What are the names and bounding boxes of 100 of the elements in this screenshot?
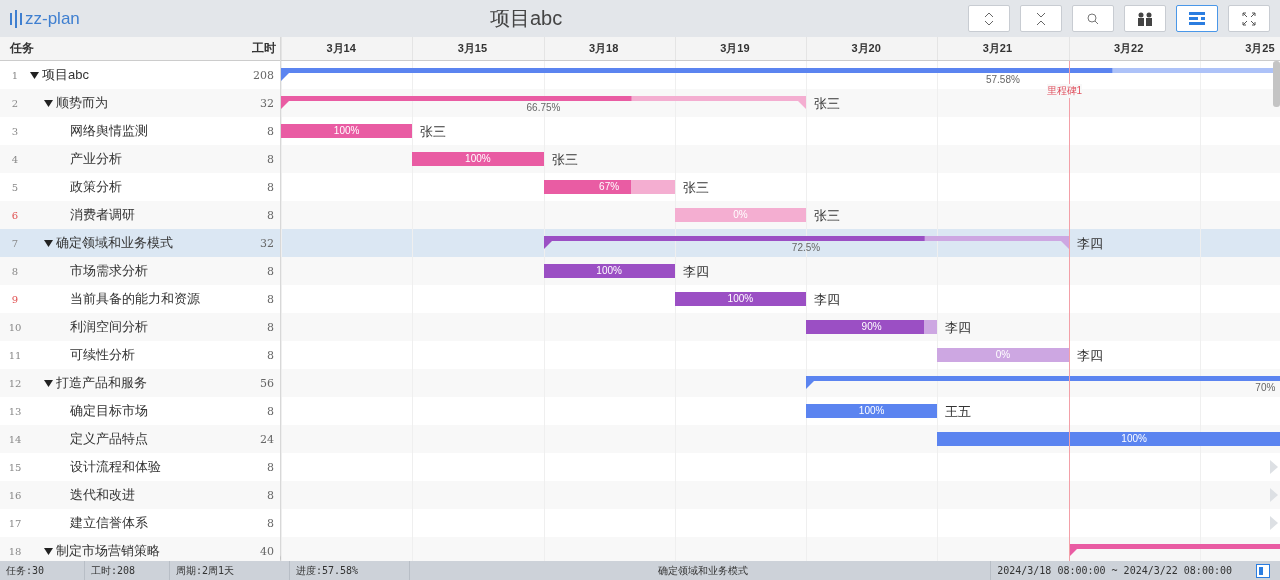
task-hours: 8 [266,404,275,418]
task-name[interactable]: 网络舆情监测 [70,122,234,140]
task-hours: 40 [259,544,275,558]
expand-icon [983,11,995,26]
row-number: 9 [10,293,20,305]
date-header: 3月18 [543,37,675,60]
task-name[interactable]: 产业分析 [70,150,234,168]
row-number: 12 [7,377,23,389]
row-number: 1 [10,69,20,81]
task-hours: 24 [259,432,275,446]
task-name[interactable]: 设计流程和体验 [70,458,234,476]
assignee-label: 李四 [1076,347,1103,365]
assignee-label: 张三 [551,151,578,169]
search-icon [1087,12,1099,25]
task-name[interactable]: 当前具备的能力和资源 [70,290,234,308]
task-hours: 8 [266,460,275,474]
assignee-label: 张三 [814,95,840,113]
expand-caret-icon[interactable] [44,239,53,247]
progress-label: 57.58% [985,74,1020,85]
date-range: 2024/3/18 08:00:00 ~ 2024/3/22 08:00:00 [996,564,1233,578]
task-hours: 8 [266,264,275,278]
task-hours: 8 [266,348,275,362]
summary-bar[interactable] [543,236,1069,250]
row-number: 6 [10,209,20,221]
task-bar[interactable]: 100% [674,292,806,306]
total-hours: 工时:208 [85,561,170,580]
selected-task: 确定领域和业务模式 [410,561,992,580]
task-hours: 208 [252,68,275,82]
assignee-label: 张三 [682,179,709,197]
task-name[interactable]: 消费者调研 [70,206,234,224]
row-number: 18 [7,545,23,557]
row-number: 2 [10,97,20,109]
date-header: 3月14 [281,37,413,60]
fullscreen-button[interactable] [1228,5,1270,32]
period: 周期:2周1天 [170,561,290,580]
task-hours: 8 [266,152,275,166]
project-title: 项目abc [490,6,563,31]
expand-caret-icon[interactable] [44,379,53,387]
task-name[interactable]: 顺势而为 [56,94,234,112]
task-name[interactable]: 可续性分析 [70,346,234,364]
task-hours: 8 [266,124,275,138]
task-hours: 8 [266,488,275,502]
expand-caret-icon[interactable] [30,71,39,79]
task-name[interactable]: 确定目标市场 [70,402,234,420]
fullscreen-icon [1242,11,1256,26]
assignee-label: 李四 [1076,235,1103,253]
assignee-label: 李四 [682,263,709,281]
scrollbar-thumb[interactable] [1273,61,1280,107]
people-icon [1137,11,1153,26]
logo-icon [10,9,22,28]
task-hours: 8 [266,292,275,306]
people-button[interactable] [1124,5,1166,32]
summary-bar[interactable] [281,96,806,110]
task-hours: 32 [259,96,275,110]
list-button[interactable] [1176,5,1218,32]
task-hours: 8 [266,516,275,530]
assignee-label: 李四 [814,291,840,309]
expand-caret-icon[interactable] [44,547,53,555]
task-name[interactable]: 打造产品和服务 [56,374,234,392]
task-bar[interactable]: 100% [937,432,1280,446]
task-name[interactable]: 利润空间分析 [70,318,234,336]
task-hours: 8 [266,180,275,194]
task-bar[interactable]: 100% [806,404,938,418]
expand-caret-icon[interactable] [44,99,53,107]
task-name[interactable]: 确定领域和业务模式 [56,234,234,252]
task-name[interactable]: 建立信誉体系 [70,514,234,532]
assignee-label: 王五 [945,403,972,421]
task-count: 任务:30 [0,561,85,580]
row-number: 7 [10,237,20,249]
row-number: 11 [7,349,23,361]
task-name[interactable]: 市场需求分析 [70,262,234,280]
date-header: 3月15 [412,37,544,60]
assignee-label: 李四 [945,319,972,337]
row-number: 16 [7,489,23,501]
date-header: 3月20 [806,37,938,60]
task-column-header: 任务 [10,40,34,57]
search-button[interactable] [1072,5,1114,32]
task-name[interactable]: 项目abc [42,66,234,84]
task-name[interactable]: 政策分析 [70,178,234,196]
date-header: 3月22 [1068,37,1200,60]
row-number: 4 [10,153,20,165]
task-hours: 8 [266,208,275,222]
progress-summary: 进度:57.58% [290,561,410,580]
task-name[interactable]: 定义产品特点 [70,430,234,448]
row-number: 3 [10,125,20,137]
progress-label: 70% [1255,382,1276,393]
row-number: 10 [7,321,23,333]
progress-label: 66.75% [526,102,561,113]
task-name[interactable]: 制定市场营销策略 [56,542,234,560]
row-number: 13 [7,405,23,417]
task-hours: 8 [266,320,275,334]
row-number: 5 [10,181,20,193]
task-name[interactable]: 迭代和改进 [70,486,234,504]
collapse-icon [1035,11,1047,26]
task-bar[interactable]: 100% [543,264,675,278]
task-bar[interactable]: 90% [806,320,938,334]
panel-toggle-icon[interactable] [1256,563,1270,578]
milestone-label: 里程碑1 [1046,84,1083,98]
list-icon [1189,12,1205,25]
hours-column-header: 工时 [252,40,276,57]
